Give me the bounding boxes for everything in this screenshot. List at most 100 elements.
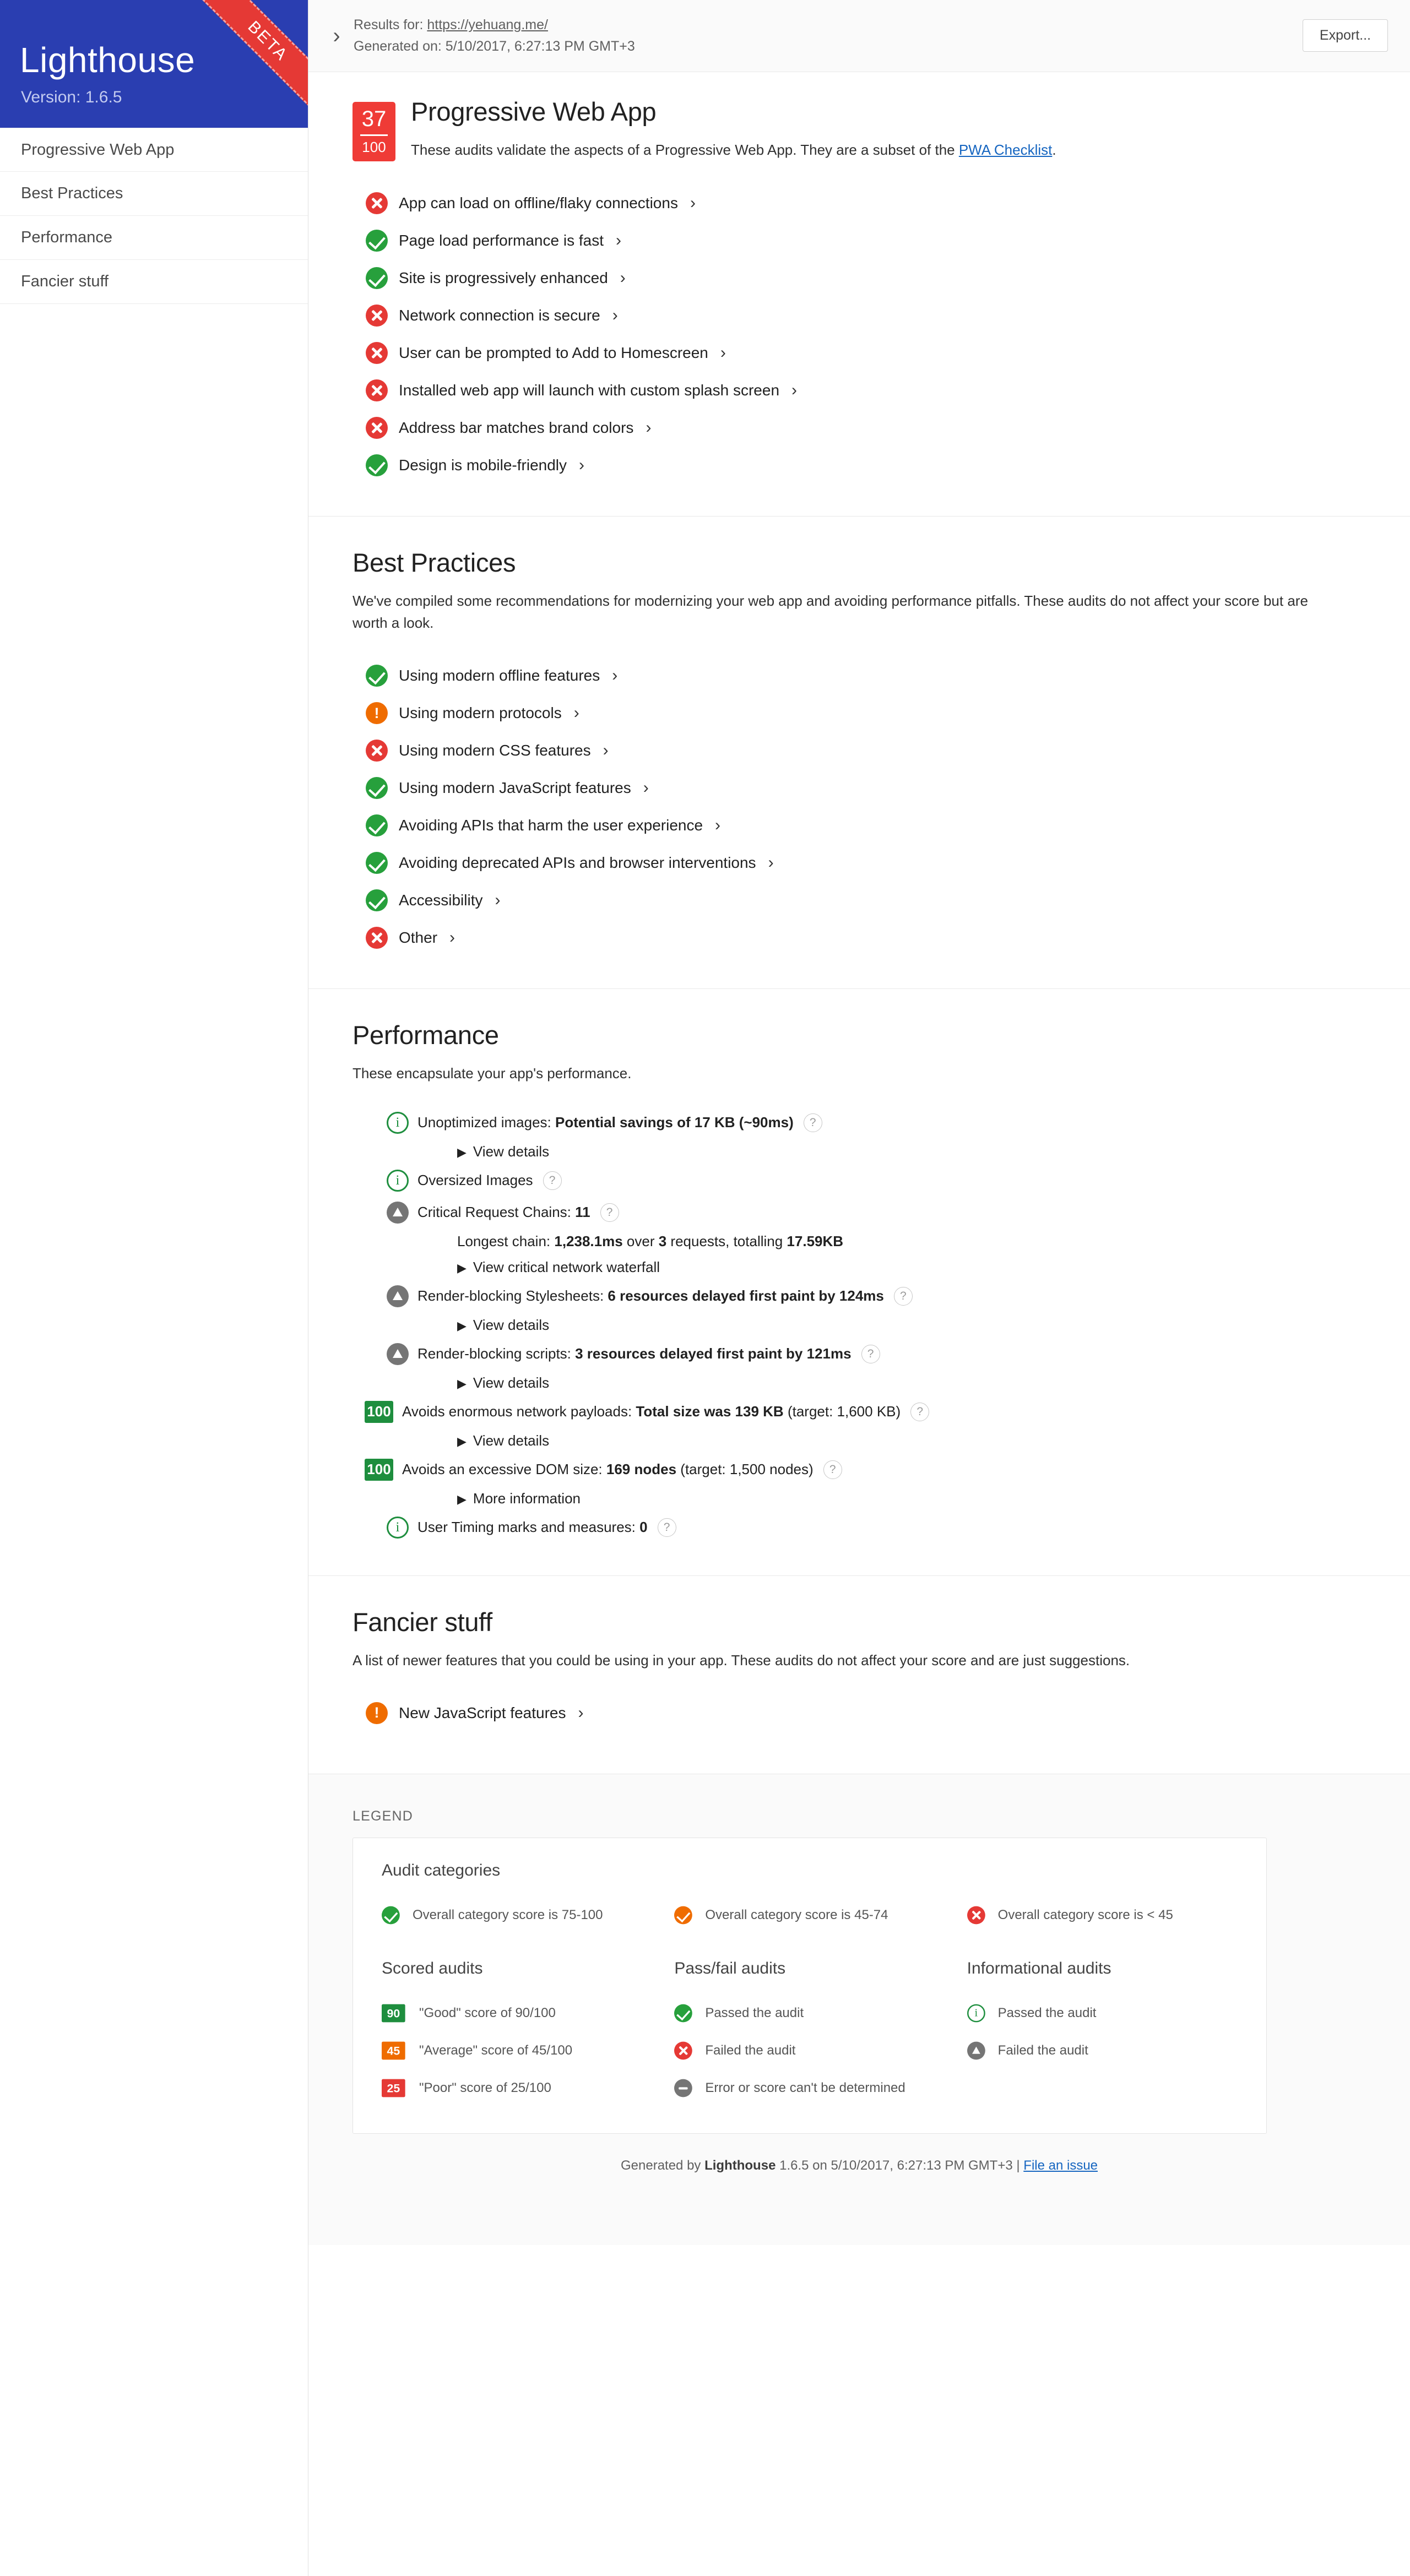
warning-triangle-icon bbox=[967, 2041, 985, 2060]
view-details-toggle[interactable]: ▶ View details bbox=[387, 1312, 1344, 1338]
chevron-right-icon[interactable]: › bbox=[612, 306, 618, 325]
info-icon bbox=[387, 1516, 409, 1539]
triangle-right-icon: ▶ bbox=[457, 1376, 467, 1390]
perf-text-plain: Avoids enormous network payloads: bbox=[402, 1403, 636, 1420]
results-for-label: Results for: bbox=[354, 17, 427, 32]
chevron-right-icon[interactable]: › bbox=[690, 194, 696, 213]
audit-row[interactable]: Design is mobile-friendly › bbox=[352, 447, 1344, 484]
sidebar-item-performance[interactable]: Performance bbox=[0, 216, 308, 260]
perf-row-network-payloads[interactable]: 100 Avoids enormous network payloads: To… bbox=[365, 1396, 1344, 1428]
legend-item: Failed the audit bbox=[674, 2032, 945, 2069]
results-url-link[interactable]: https://yehuang.me/ bbox=[427, 17, 548, 32]
section-progressive-web-app: 37 100 Progressive Web App These audits … bbox=[308, 72, 1410, 517]
chevron-right-icon[interactable]: › bbox=[579, 456, 584, 475]
perf-text-bold: 169 nodes bbox=[606, 1461, 677, 1478]
sidebar-item-progressive-web-app[interactable]: Progressive Web App bbox=[0, 128, 308, 172]
export-button[interactable]: Export... bbox=[1302, 19, 1388, 52]
file-an-issue-link[interactable]: File an issue bbox=[1023, 2158, 1098, 2173]
help-icon[interactable]: ? bbox=[823, 1460, 842, 1479]
chevron-right-icon[interactable]: › bbox=[324, 25, 349, 47]
score-badge-average: 45 bbox=[382, 2041, 405, 2060]
chevron-right-icon[interactable]: › bbox=[620, 269, 626, 287]
legend-item: 25 "Poor" score of 25/100 bbox=[382, 2069, 652, 2107]
audit-row[interactable]: Using modern CSS features › bbox=[352, 732, 1344, 769]
sidebar-item-best-practices[interactable]: Best Practices bbox=[0, 172, 308, 216]
audit-label: Installed web app will launch with custo… bbox=[399, 381, 780, 399]
fancier-stuff-title: Fancier stuff bbox=[352, 1607, 492, 1637]
audit-row[interactable]: Avoiding deprecated APIs and browser int… bbox=[352, 844, 1344, 882]
pass-icon bbox=[366, 665, 388, 687]
chevron-right-icon[interactable]: › bbox=[603, 741, 609, 760]
audit-row[interactable]: Accessibility › bbox=[352, 882, 1344, 919]
disclosure-label: View details bbox=[473, 1316, 550, 1333]
lighthouse-report: Lighthouse Version: 1.6.5 BETA Progressi… bbox=[0, 0, 1410, 2576]
pwa-checklist-link[interactable]: PWA Checklist bbox=[959, 142, 1053, 158]
chevron-right-icon[interactable]: › bbox=[612, 666, 617, 685]
pwa-score-gauge: 37 100 bbox=[352, 101, 395, 161]
view-details-toggle[interactable]: ▶ View details bbox=[387, 1139, 1344, 1165]
sidebar-item-fancier-stuff[interactable]: Fancier stuff bbox=[0, 260, 308, 304]
audit-row[interactable]: Using modern offline features › bbox=[352, 657, 1344, 694]
legend-column-scored-audits: Scored audits 90 "Good" score of 90/100 4… bbox=[382, 1959, 652, 2107]
perf-row-render-blocking-stylesheets[interactable]: Render-blocking Stylesheets: 6 resources… bbox=[387, 1280, 1344, 1312]
audit-row[interactable]: Other › bbox=[352, 919, 1344, 957]
legend-column-title: Pass/fail audits bbox=[674, 1959, 786, 1977]
help-icon[interactable]: ? bbox=[893, 1286, 913, 1306]
pass-icon bbox=[382, 1906, 400, 1925]
perf-row-oversized-images[interactable]: Oversized Images ? bbox=[387, 1165, 1344, 1197]
pass-icon bbox=[366, 454, 388, 476]
audit-row[interactable]: Using modern protocols › bbox=[352, 694, 1344, 732]
help-icon[interactable]: ? bbox=[600, 1203, 619, 1222]
chevron-right-icon[interactable]: › bbox=[720, 344, 726, 362]
chevron-right-icon[interactable]: › bbox=[616, 231, 621, 250]
warning-triangle-icon bbox=[387, 1201, 409, 1224]
perf-row-critical-request-chains[interactable]: Critical Request Chains: 11 ? bbox=[387, 1197, 1344, 1229]
help-icon[interactable]: ? bbox=[910, 1402, 930, 1421]
audit-row[interactable]: App can load on offline/flaky connection… bbox=[352, 184, 1344, 222]
best-practices-description: We've compiled some recommendations for … bbox=[352, 592, 1308, 632]
help-icon[interactable]: ? bbox=[803, 1113, 822, 1132]
best-practices-title: Best Practices bbox=[352, 547, 516, 577]
view-critical-network-waterfall-toggle[interactable]: ▶ View critical network waterfall bbox=[387, 1254, 1344, 1280]
chevron-right-icon[interactable]: › bbox=[643, 779, 649, 797]
chevron-right-icon[interactable]: › bbox=[574, 704, 579, 722]
audit-row[interactable]: Page load performance is fast › bbox=[352, 222, 1344, 259]
help-icon[interactable]: ? bbox=[543, 1171, 562, 1190]
report-topbar: › Results for: https://yehuang.me/ Gener… bbox=[308, 0, 1410, 72]
fail-icon bbox=[366, 416, 388, 439]
help-icon[interactable]: ? bbox=[861, 1344, 880, 1363]
audit-row[interactable]: Site is progressively enhanced › bbox=[352, 259, 1344, 297]
chevron-right-icon[interactable]: › bbox=[646, 419, 651, 437]
perf-row-render-blocking-scripts[interactable]: Render-blocking scripts: 3 resources del… bbox=[387, 1338, 1344, 1370]
perf-row-user-timing[interactable]: User Timing marks and measures: 0 ? bbox=[387, 1512, 1344, 1544]
audit-row[interactable]: Installed web app will launch with custo… bbox=[352, 372, 1344, 409]
chevron-right-icon[interactable]: › bbox=[768, 854, 774, 872]
pass-icon bbox=[674, 2004, 693, 2023]
legend-item: Overall category score is < 45 bbox=[967, 1896, 1238, 1934]
chevron-right-icon[interactable]: › bbox=[495, 891, 500, 910]
help-icon[interactable]: ? bbox=[657, 1518, 676, 1537]
warning-icon bbox=[366, 702, 388, 725]
audit-row[interactable]: Address bar matches brand colors › bbox=[352, 409, 1344, 447]
chevron-right-icon[interactable]: › bbox=[449, 928, 455, 947]
chevron-right-icon[interactable]: › bbox=[791, 381, 797, 400]
chevron-right-icon[interactable]: › bbox=[715, 816, 720, 835]
view-details-toggle[interactable]: ▶ View details bbox=[387, 1428, 1344, 1454]
chevron-right-icon[interactable]: › bbox=[578, 1704, 583, 1722]
generated-on-label: Generated on: 5/10/2017, 6:27:13 PM GMT+… bbox=[354, 38, 635, 54]
more-information-toggle[interactable]: ▶ More information bbox=[387, 1486, 1344, 1512]
perf-text-bold: Total size was 139 KB bbox=[636, 1403, 784, 1420]
perf-row-unoptimized-images[interactable]: Unoptimized images: Potential savings of… bbox=[387, 1107, 1344, 1139]
audit-row[interactable]: Network connection is secure › bbox=[352, 297, 1344, 334]
audit-row[interactable]: User can be prompted to Add to Homescree… bbox=[352, 334, 1344, 372]
triangle-right-icon: ▶ bbox=[457, 1492, 467, 1506]
audit-row[interactable]: Using modern JavaScript features › bbox=[352, 769, 1344, 807]
report-footer: Generated by Lighthouse 1.6.5 on 5/10/20… bbox=[308, 2133, 1410, 2207]
view-details-toggle[interactable]: ▶ View details bbox=[387, 1370, 1344, 1396]
perf-row-dom-size[interactable]: 100 Avoids an excessive DOM size: 169 no… bbox=[365, 1454, 1344, 1486]
perf-text-bold: Potential savings of 17 KB (~90ms) bbox=[555, 1114, 794, 1131]
perf-text-tail: (target: 1,600 KB) bbox=[783, 1403, 901, 1420]
warning-triangle-icon bbox=[387, 1285, 409, 1307]
audit-row[interactable]: New JavaScript features › bbox=[352, 1694, 1344, 1732]
audit-row[interactable]: Avoiding APIs that harm the user experie… bbox=[352, 807, 1344, 844]
